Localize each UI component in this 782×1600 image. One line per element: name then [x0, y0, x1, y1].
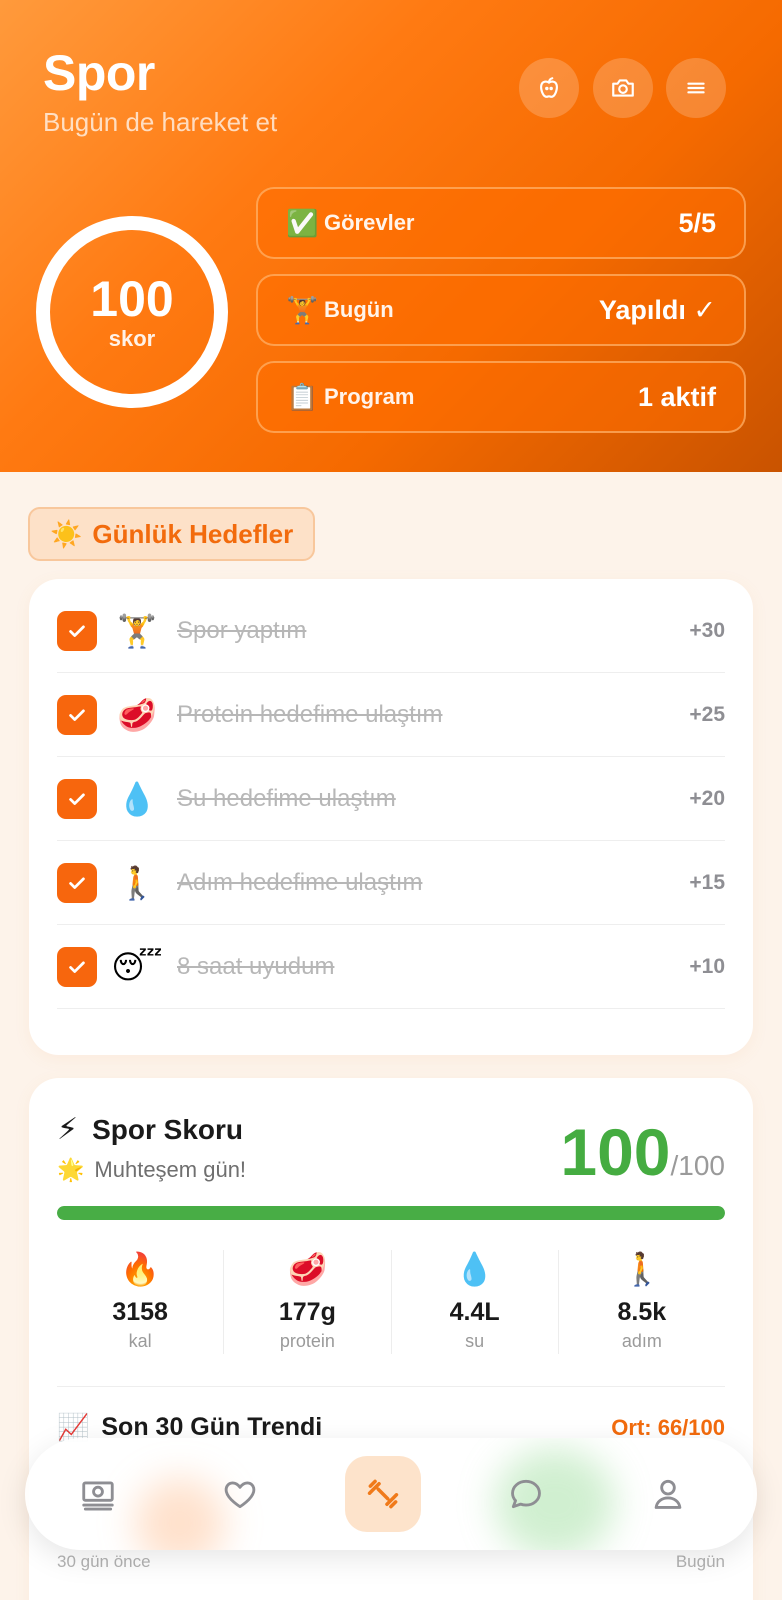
walking-emoji-icon: 🚶	[117, 864, 157, 901]
nutrition-button[interactable]	[519, 58, 579, 118]
metric-value: 8.5k	[617, 1298, 667, 1326]
lightning-emoji-icon: ⚡	[57, 1113, 79, 1146]
droplet-emoji-icon: 💧	[454, 1251, 495, 1287]
nav-sport[interactable]	[345, 1456, 421, 1532]
metric-value: 4.4L	[449, 1298, 500, 1326]
weightlifter-emoji-icon: 🏋️	[117, 612, 157, 649]
daily-goals-card: 🏋️ Spor yaptım +30 🥩 Protein hedefime ul…	[29, 579, 753, 1055]
checkmark-icon	[69, 625, 85, 637]
weightlifter-emoji-icon: 🏋️	[286, 294, 319, 325]
task-text: Protein hedefime ulaştım	[177, 700, 443, 728]
clipboard-emoji-icon: 📋	[286, 381, 319, 412]
trend-average: Ort: 66/100	[611, 1414, 725, 1440]
trend-axis-labels: 30 gün önce Bugün	[57, 1552, 725, 1572]
stat-program[interactable]: 📋 Program 1 aktif	[256, 361, 746, 433]
stat-value: Yapıldı ✓	[598, 294, 716, 325]
nav-health[interactable]	[202, 1456, 278, 1532]
task-checkbox[interactable]	[57, 946, 97, 987]
checkmark-icon	[69, 961, 85, 973]
chat-icon	[511, 1479, 541, 1509]
metric-value: 177g	[278, 1298, 336, 1326]
stat-value: 1 aktif	[637, 381, 716, 412]
nav-chat[interactable]	[488, 1456, 564, 1532]
menu-icon	[687, 82, 705, 94]
checkmark-icon	[69, 793, 85, 805]
task-item[interactable]: 💧 Su hedefime ulaştım +20	[57, 757, 725, 841]
droplet-emoji-icon: 💧	[117, 780, 157, 817]
metric-water: 💧 4.4L su	[392, 1250, 559, 1354]
score-value: 100	[90, 271, 174, 327]
metrics-row: 🔥 3158 kal 🥩 177g protein 💧 4.4L su 🚶 8.…	[57, 1250, 725, 1354]
stat-today[interactable]: 🏋️ Bugün Yapıldı ✓	[256, 274, 746, 346]
sport-score-subtitle: Muhteşem gün!	[94, 1157, 247, 1182]
walking-emoji-icon: 🚶	[621, 1251, 662, 1287]
stat-value: 5/5	[678, 207, 716, 238]
metric-protein: 🥩 177g protein	[224, 1250, 392, 1354]
task-item[interactable]: 🥩 Protein hedefime ulaştım +25	[57, 673, 725, 757]
sleeping-emoji-icon: 😴	[111, 948, 163, 985]
stat-label: Program	[324, 384, 415, 409]
header: Spor Bugün de hareket et 100 skor ✅ Göre…	[0, 0, 782, 472]
sport-score-max: /100	[670, 1150, 726, 1181]
meat-emoji-icon: 🥩	[287, 1251, 328, 1287]
metric-label: kal	[128, 1331, 152, 1351]
task-checkbox[interactable]	[57, 610, 97, 651]
heart-icon	[224, 1481, 256, 1509]
metric-calories: 🔥 3158 kal	[57, 1250, 225, 1354]
task-text: Su hedefime ulaştım	[177, 784, 396, 812]
camera-icon	[612, 79, 634, 97]
menu-button[interactable]	[666, 58, 726, 118]
sport-score-title: Spor Skoru	[92, 1113, 243, 1145]
money-icon	[82, 1481, 114, 1511]
task-text: Adım hedefime ulaştım	[177, 868, 423, 896]
meat-emoji-icon: 🥩	[117, 696, 157, 733]
page-subtitle: Bugün de hareket et	[43, 107, 278, 137]
camera-button[interactable]	[593, 58, 653, 118]
score-progress-fill	[57, 1206, 725, 1220]
metric-label: su	[465, 1331, 485, 1351]
dumbbell-icon	[367, 1479, 399, 1509]
fire-emoji-icon: 🔥	[120, 1251, 161, 1287]
task-points: +10	[689, 954, 725, 978]
task-points: +15	[689, 870, 725, 894]
trend-end-label: Bugün	[675, 1552, 725, 1571]
sport-score-value: 100	[560, 1115, 671, 1189]
trend-start-label: 30 gün önce	[57, 1552, 151, 1571]
score-label: skor	[108, 326, 156, 351]
divider	[57, 1386, 725, 1387]
checkmark-icon	[69, 877, 85, 889]
score-progress-bar	[57, 1206, 725, 1220]
task-checkbox[interactable]	[57, 694, 97, 735]
task-item[interactable]: 🏋️ Spor yaptım +30	[57, 589, 725, 673]
check-emoji-icon: ✅	[286, 207, 319, 238]
task-points: +30	[689, 618, 725, 642]
task-checkbox[interactable]	[57, 778, 97, 819]
nav-profile[interactable]	[630, 1456, 706, 1532]
checkmark-icon	[69, 709, 85, 721]
bottom-nav	[25, 1438, 757, 1550]
score-ring: 100 skor	[36, 216, 228, 408]
task-points: +25	[689, 702, 725, 726]
task-item[interactable]: 🚶 Adım hedefime ulaştım +15	[57, 841, 725, 925]
task-points: +20	[689, 786, 725, 810]
daily-goals-title: Günlük Hedefler	[92, 518, 294, 549]
metric-steps: 🚶 8.5k adım	[559, 1250, 725, 1354]
metric-label: adım	[621, 1331, 662, 1351]
sun-emoji-icon: ☀️	[50, 518, 83, 549]
profile-icon	[654, 1479, 682, 1509]
metric-value: 3158	[112, 1298, 168, 1326]
stat-label: Bugün	[324, 297, 394, 322]
task-checkbox[interactable]	[57, 862, 97, 903]
task-text: Spor yaptım	[177, 616, 307, 644]
page-title: Spor	[43, 45, 155, 101]
daily-goals-header: ☀️ Günlük Hedefler	[28, 507, 316, 561]
apple-icon	[540, 77, 558, 98]
metric-label: protein	[279, 1331, 335, 1351]
task-text: 8 saat uyudum	[177, 952, 335, 980]
stat-label: Görevler	[324, 210, 415, 235]
star-emoji-icon: 🌟	[57, 1157, 85, 1182]
task-item[interactable]: 😴 8 saat uyudum +10	[57, 925, 725, 1009]
stat-tasks[interactable]: ✅ Görevler 5/5	[256, 187, 746, 259]
nav-finance[interactable]	[60, 1456, 136, 1532]
